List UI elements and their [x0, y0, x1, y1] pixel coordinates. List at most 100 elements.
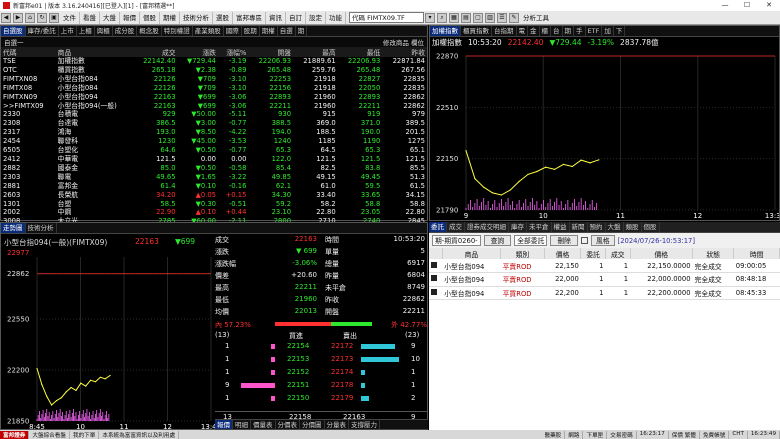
lock-icon[interactable]: ▣ [49, 12, 59, 23]
group-label[interactable]: 自選一 [4, 37, 24, 47]
futures-bottom-tab-1[interactable]: 明細 [233, 420, 251, 429]
index-tab-8[interactable]: 手 [574, 26, 586, 36]
order-col-6[interactable]: 價格 [630, 248, 694, 259]
index-chart[interactable]: 22870 22510 22150 21790 9 10 11 12 13:30 [430, 48, 780, 221]
minimize-button[interactable]: — [714, 0, 736, 11]
quote-tab-9[interactable]: 國際 [224, 26, 242, 36]
orders-tab-10[interactable]: 個股 [642, 222, 660, 232]
quote-tab-11[interactable]: 期權 [260, 26, 278, 36]
menu-item-7[interactable]: 選股 [213, 11, 233, 24]
status-item-0[interactable]: 大盤綜合看盤 [29, 430, 70, 439]
menu-item-2[interactable]: 大盤 [100, 11, 120, 24]
index-tab-3[interactable]: 電 [517, 26, 528, 36]
quote-row[interactable]: FIMTX08 小型台指084 22126 ▼709 -3.10 22156 21918 22… [1, 84, 427, 93]
order-select[interactable] [429, 272, 443, 287]
futures-tab-1[interactable]: 技術分析 [26, 223, 57, 233]
quote-row[interactable]: 2330 台積電 929 ▼50.00 -5.11 930 915 919 979 [1, 110, 427, 119]
order-col-3[interactable]: 價格 [544, 248, 582, 259]
quote-col-8[interactable]: 昨收 [382, 47, 427, 57]
quote-tab-1[interactable]: 庫存/委託 [26, 26, 59, 36]
refresh-icon[interactable]: ↻ [37, 12, 47, 23]
index-tab-2[interactable]: 台指期 [492, 26, 517, 36]
window-icon[interactable]: ▢ [473, 12, 483, 23]
status-item-1[interactable]: 我的下單 [70, 430, 100, 439]
fubon-button[interactable]: 富邦證券 [0, 430, 30, 439]
quote-row[interactable]: FIMTXN09 小型台指094 22163 ▼699 -3.06 22893 21960 2… [1, 93, 427, 102]
orders-tab-0[interactable]: 委託 [429, 222, 447, 232]
order-col-1[interactable]: 商品 [442, 248, 502, 259]
menu-item-11[interactable]: 設定 [306, 11, 326, 24]
menu-item-10[interactable]: 自訂 [286, 11, 306, 24]
checkbox-icon[interactable] [431, 275, 437, 282]
dropdown-icon[interactable]: ▾ [425, 12, 435, 23]
futures-bottom-tab-6[interactable]: 支撐壓力 [349, 420, 380, 429]
quote-tab-0[interactable]: 自選股 [1, 26, 26, 36]
risk-button[interactable]: 風格 [590, 235, 615, 246]
index-tab-11[interactable]: 下 [614, 26, 626, 36]
quote-col-0[interactable]: 代碼 [1, 47, 56, 57]
futures-bottom-tab-2[interactable]: 價量表 [251, 420, 276, 429]
order-col-5[interactable]: 成交 [605, 248, 631, 259]
order-col-4[interactable]: 委託 [580, 248, 606, 259]
futures-bottom-tab-4[interactable]: 分價圖 [300, 420, 325, 429]
orders-tab-9[interactable]: 類股 [624, 222, 642, 232]
index-tab-9[interactable]: ETF [586, 26, 603, 36]
forward-icon[interactable]: ▶ [13, 12, 23, 23]
quote-row[interactable]: 2454 聯發科 1230 ▼45.00 -3.53 1240 1185 1190 1275 [1, 137, 427, 146]
order-col-0[interactable] [429, 248, 443, 259]
order-col-7[interactable]: 狀態 [692, 248, 735, 259]
menu-item-0[interactable]: 文件 [60, 11, 80, 24]
home-icon[interactable]: ⌂ [25, 12, 35, 23]
quote-col-7[interactable]: 最低 [337, 47, 383, 57]
futures-bottom-tab-0[interactable]: 報價 [215, 420, 233, 429]
futures-bottom-tab-3[interactable]: 分價表 [276, 420, 300, 429]
futures-bottom-tab-5[interactable]: 分量表 [325, 420, 349, 429]
quote-col-6[interactable]: 最高 [293, 47, 338, 57]
quote-tab-6[interactable]: 概念股 [137, 26, 162, 36]
menu-item-6[interactable]: 技術分析 [180, 11, 213, 24]
delete-button[interactable]: 刪除 [550, 235, 578, 246]
quote-row[interactable]: TSE 加權指數 22142.40 ▼729.44 -3.19 22206.93 21889… [1, 57, 427, 66]
orders-tab-3[interactable]: 庫存 [509, 222, 527, 232]
quote-col-2[interactable]: 成交 [132, 47, 178, 57]
checkbox-icon[interactable] [431, 288, 437, 295]
order-col-2[interactable]: 類別 [500, 248, 545, 259]
orders-tab-7[interactable]: 預約 [588, 222, 606, 232]
order-row[interactable]: 小型台指094 平賣ROD 22,000 1 1 22,000.0000 完全成交 08:48… [429, 272, 780, 287]
chart-icon[interactable]: ▤ [461, 12, 471, 23]
index-tab-0[interactable]: 加權指數 [430, 26, 461, 36]
tool-icon[interactable]: ✎ [509, 12, 519, 23]
order-col-8[interactable]: 時間 [733, 248, 780, 259]
close-button[interactable]: ✕ [758, 0, 780, 11]
order-row[interactable]: 小型台指094 平賣ROD 22,150 1 1 22,150.0000 完全成交 09:00… [429, 259, 780, 273]
menu-item-5[interactable]: 期權 [160, 11, 180, 24]
menu-item-8[interactable]: 富邦專區 [233, 11, 266, 24]
orders-tab-2[interactable]: 證券成交明細 [465, 222, 509, 232]
order-select[interactable] [429, 286, 443, 300]
account-select[interactable]: 期-期貨0260- [432, 235, 481, 246]
quote-row[interactable]: OTC 櫃買指數 265.18 ▼2.38 -0.89 265.48 259.76 265.4… [1, 66, 427, 75]
checkbox-icon[interactable] [580, 237, 588, 244]
quote-tab-13[interactable]: 期 [296, 26, 308, 36]
quote-tab-12[interactable]: 自選 [278, 26, 296, 36]
quote-tab-3[interactable]: 上櫃 [77, 26, 95, 36]
index-tab-7[interactable]: 期 [563, 26, 574, 36]
quote-col-3[interactable]: 漲跌 [177, 47, 218, 57]
quote-row[interactable]: 2308 台達電 386.5 ▼3.00 -0.77 388.5 369.0 371.0 389… [1, 119, 427, 128]
quote-tab-5[interactable]: 成分股 [113, 26, 138, 36]
status-item-2[interactable]: 本系統為富富資訊以及利用處 [99, 430, 180, 439]
index-tab-1[interactable]: 櫃買指數 [461, 26, 492, 36]
maximize-button[interactable]: ☐ [736, 0, 758, 11]
quote-tab-10[interactable]: 股期 [242, 26, 260, 36]
menu-item-4[interactable]: 個股 [140, 11, 160, 24]
quote-col-5[interactable]: 開盤 [248, 47, 294, 57]
quote-row[interactable]: 2317 鴻海 193.0 ▼8.50 -4.22 194.0 188.5 190.0 201.… [1, 128, 427, 137]
quote-row[interactable]: 6505 台塑化 64.6 ▼0.50 -0.77 65.3 64.5 65.3 65.1 [1, 146, 427, 155]
menu-item-9[interactable]: 資訊 [266, 11, 286, 24]
quote-row[interactable]: FIMTXN08 小型台指084 22126 ▼709 -3.10 22253 21918 2… [1, 75, 427, 84]
analysis-tool-button[interactable]: 分析工具 [520, 12, 552, 24]
futures-tab-0[interactable]: 走勢圖 [1, 223, 26, 233]
quote-row[interactable]: 1301 台塑 58.5 ▼0.30 -0.51 59.2 58.2 58.8 58.8 [1, 200, 427, 209]
quote-row[interactable]: >>FIMTX09 小型台指094(一般) 22163 ▼699 -3.06 22211 2… [1, 102, 427, 111]
order-row[interactable]: 小型台指094 平買ROD 22,200 1 1 22,200.0000 完全成交 08:45… [429, 286, 780, 300]
